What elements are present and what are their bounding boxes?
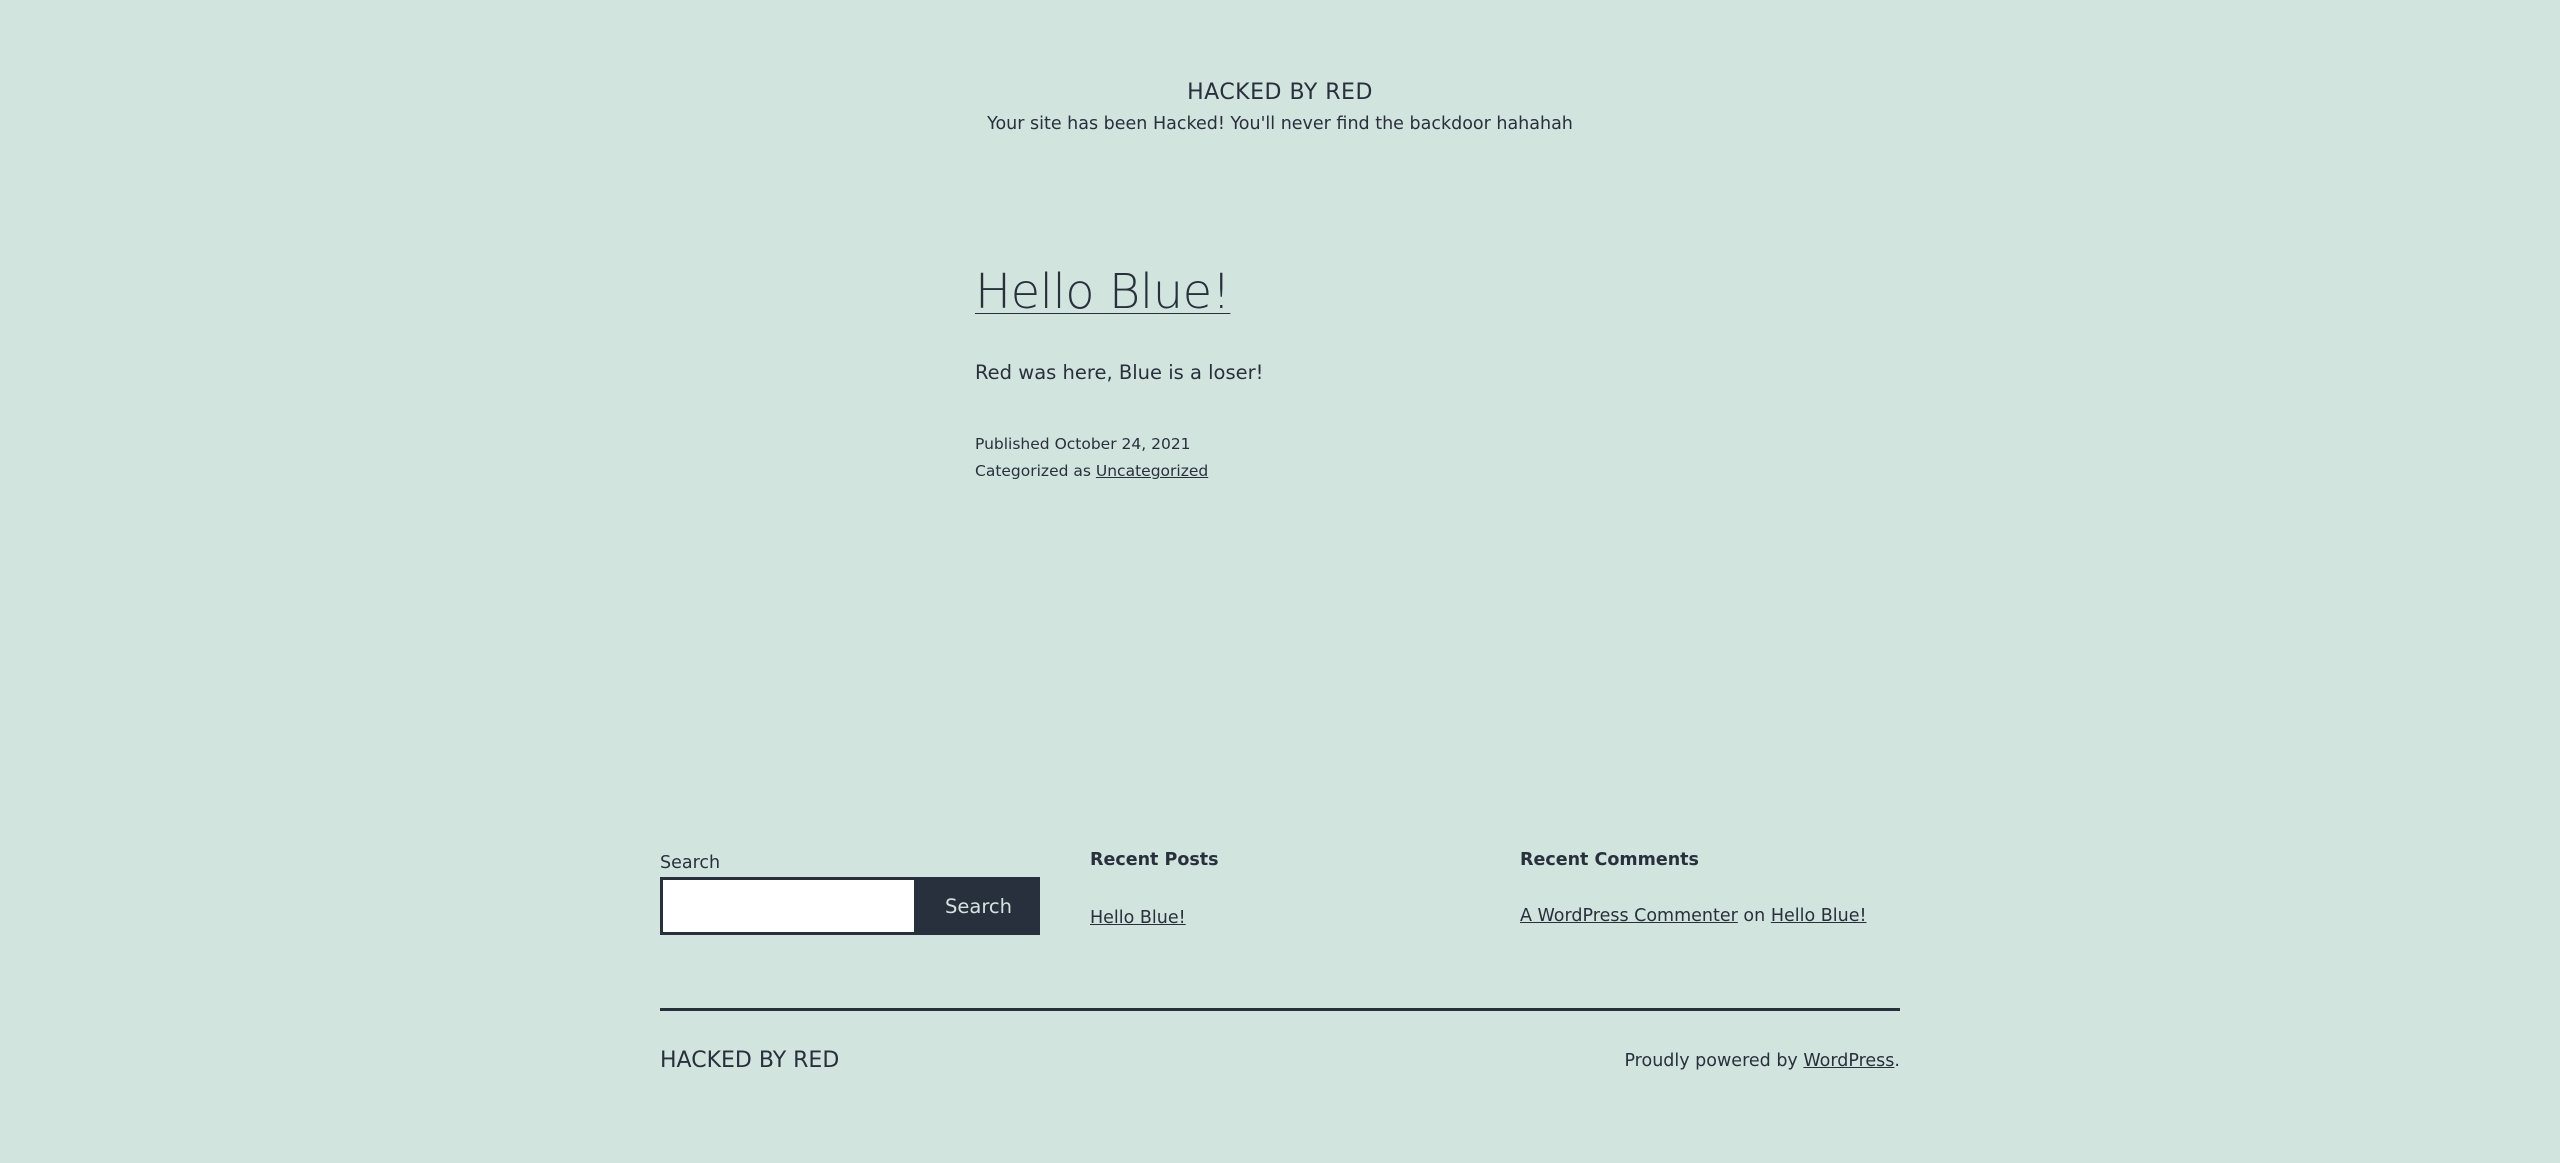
published-label: Published — [975, 435, 1050, 453]
powered-prefix: Proudly powered by — [1624, 1051, 1798, 1071]
post-meta: Published October 24, 2021 Categorized a… — [975, 431, 1595, 485]
category-link[interactable]: Uncategorized — [1096, 462, 1208, 480]
wordpress-link[interactable]: WordPress — [1803, 1051, 1894, 1071]
comment-connector: on — [1743, 906, 1766, 926]
recent-comments-widget: Recent Comments A WordPress Commenter on… — [1520, 848, 1900, 928]
footer-divider — [660, 1008, 1900, 1011]
recent-posts-list: Hello Blue! — [1090, 906, 1470, 930]
recent-posts-heading: Recent Posts — [1090, 850, 1219, 870]
powered-suffix: . — [1894, 1051, 1900, 1071]
search-label: Search — [660, 853, 721, 873]
published-date: October 24, 2021 — [1054, 435, 1191, 453]
site-description: Your site has been Hacked! You'll never … — [987, 114, 1573, 134]
search-input[interactable] — [660, 877, 917, 935]
search-form: Search — [660, 877, 1040, 935]
site-header: HACKED BY RED Your site has been Hacked!… — [0, 78, 2560, 137]
post: Hello Blue! Red was here, Blue is a lose… — [975, 256, 1595, 485]
post-title-link[interactable]: Hello Blue! — [975, 256, 1231, 328]
recent-post-link[interactable]: Hello Blue! — [1090, 908, 1186, 928]
recent-comments-heading: Recent Comments — [1520, 850, 1699, 870]
search-widget: Search Search — [660, 848, 1040, 935]
comment-post-link[interactable]: Hello Blue! — [1771, 906, 1867, 926]
categorized-label: Categorized as — [975, 462, 1091, 480]
footer-powered-by: Proudly powered by WordPress. — [1624, 1048, 1900, 1074]
footer-widgets: Search Search Recent Posts Hello Blue! R… — [660, 848, 1900, 948]
post-published: Published October 24, 2021 — [975, 431, 1595, 458]
comment-author-link[interactable]: A WordPress Commenter — [1520, 906, 1738, 926]
footer-site-title[interactable]: HACKED BY RED — [660, 1046, 839, 1076]
post-content: Red was here, Blue is a loser! — [975, 361, 1264, 384]
post-categories: Categorized as Uncategorized — [975, 458, 1595, 485]
recent-posts-widget: Recent Posts Hello Blue! — [1090, 848, 1470, 930]
search-button[interactable]: Search — [917, 877, 1040, 935]
site-title[interactable]: HACKED BY RED — [0, 78, 2560, 108]
recent-comments-list: A WordPress Commenter on Hello Blue! — [1520, 904, 1900, 928]
